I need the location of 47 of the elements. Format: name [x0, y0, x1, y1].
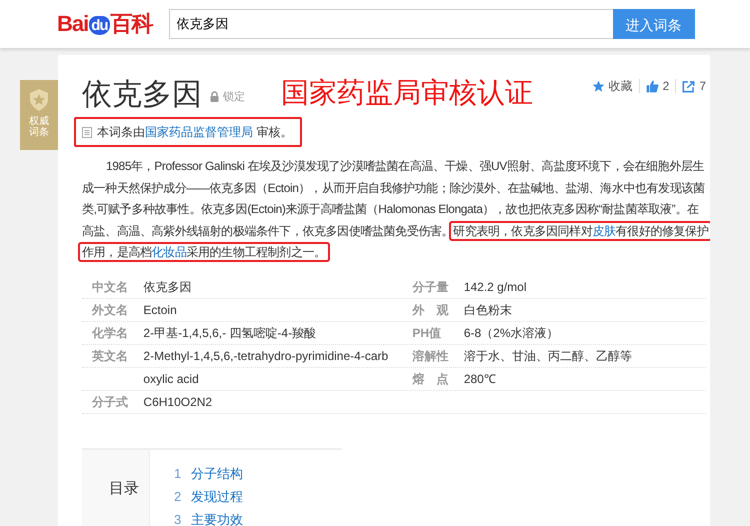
- thumbs-up-icon: [646, 80, 659, 92]
- field-label: 熔 点: [411, 370, 450, 388]
- share-icon: [682, 80, 696, 92]
- field-label: 溶解性: [411, 348, 450, 364]
- field-label: 化学名: [90, 324, 129, 342]
- article-link[interactable]: 化妆品: [152, 245, 186, 259]
- badge-label: 权威: [28, 116, 50, 127]
- field-value: 2-甲基-1,4,5,6,- 四氢嘧啶-4-羧酸: [143, 324, 318, 342]
- like-button[interactable]: 2: [646, 77, 670, 95]
- field-value: C6H10O2N2: [143, 394, 214, 410]
- field-value: Ectoin: [143, 302, 178, 318]
- field-label: 中文名: [91, 278, 129, 296]
- contents-link[interactable]: 2 发现过程: [174, 484, 244, 508]
- lock-icon: [210, 91, 219, 102]
- share-button[interactable]: 7: [682, 77, 706, 95]
- star-icon: [592, 80, 605, 92]
- contents-link[interactable]: 1 分子结构: [174, 462, 244, 484]
- field-value: 280℃: [464, 370, 497, 388]
- search-button[interactable]: 进入词条: [612, 9, 695, 39]
- contents-link[interactable]: 3 主要功效: [174, 508, 244, 526]
- field-value: oxylic acid: [143, 370, 200, 388]
- field-label: 外 观: [411, 302, 450, 318]
- document-icon: [82, 126, 92, 138]
- field-label: 外文名: [90, 302, 129, 318]
- field-label: 英文名: [91, 348, 129, 364]
- shield-star-icon: [28, 88, 50, 112]
- article-link[interactable]: 皮肤: [592, 224, 616, 238]
- badge-label: 词条: [28, 127, 50, 138]
- field-value: 6-8（2%水溶液）: [464, 324, 560, 342]
- logo[interactable]: Bai du百科: [57, 13, 153, 35]
- lock-label: 锁定: [223, 90, 245, 104]
- review-link[interactable]: 国家药品监督管理局: [145, 125, 253, 139]
- field-value: 142.2 g/mol: [464, 278, 528, 296]
- field-label: PH值: [411, 324, 442, 342]
- review-note: 本词条由国家药品监督管理局 审核。: [97, 124, 292, 141]
- contents-heading: 目录: [109, 480, 139, 496]
- field-value: 白色粉末: [464, 302, 513, 318]
- field-label: 分子式: [90, 394, 129, 410]
- field-value: 溶于水、甘油、丙二醇、乙醇等: [464, 348, 633, 364]
- field-label: 分子量: [411, 278, 450, 296]
- annotation-text: 国家药监局审核认证: [281, 78, 533, 109]
- entry-title: 依克多因: [82, 77, 202, 113]
- article-paragraph: 1985年，Professor Galinski 在埃及沙漠发现了沙漠嗜盐菌在高温、干燥、强UV照射、高盐度环境下，会在细胞外层生成一种天然保护成分——依克多因（Ectoin），从而开启自我修护功能；除沙漠外、在盐碱地、盐湖、海水中也有发现该菌类,可赋予多种故事性。依克多因(Ectoin)来源于高嗜盐菌（Halomonas Elongata），故也把依克多因称“耐盐菌萃取液”。在高盐、高温、高紫外线辐射的极端条件下，依克多因使嗜盐菌免受伤害。研究表明，依克多因同样对皮肤有很好的修复保护作用，是高档化妆品采用的生物工程制剂之一。: [82, 158, 710, 261]
- field-value: 依克多因: [143, 278, 192, 296]
- favorite-button[interactable]: 收藏: [592, 77, 633, 95]
- field-value: 2-Methyl-1,4,5,6,-tetrahydro-pyrimidine-4-carb: [143, 348, 390, 364]
- search-field[interactable]: 依克多因: [168, 9, 613, 39]
